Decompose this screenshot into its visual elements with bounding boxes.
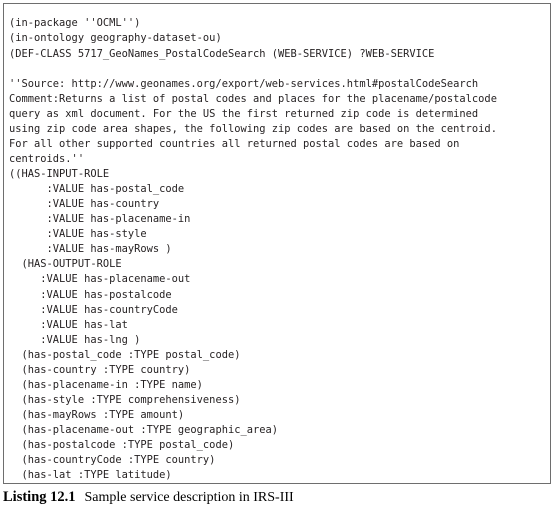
code-line: (has-style :TYPE comprehensiveness): [9, 393, 241, 406]
code-line: :VALUE has-placename-in: [9, 213, 191, 226]
code-listing-box: (in-package ''OCML'') (in-ontology geogra…: [3, 3, 551, 484]
caption-label: Listing 12.1: [3, 489, 76, 505]
code-line: centroids.'': [9, 152, 85, 165]
code-line: (has-country :TYPE country): [9, 363, 191, 376]
code-line: query as xml document. For the US the fi…: [9, 107, 479, 120]
caption-text: Sample service description in IRS-III: [84, 490, 294, 505]
code-line: (has-lat :TYPE latitude): [9, 469, 172, 482]
code-line: (in-ontology geography-dataset-ou): [9, 32, 222, 45]
code-line: ((HAS-INPUT-ROLE: [9, 168, 110, 181]
figure-caption: Listing 12.1 Sample service description i…: [3, 487, 551, 508]
code-line: :VALUE has-postalcode: [9, 288, 172, 301]
code-line: (has-countryCode :TYPE country): [9, 454, 216, 467]
code-line: (HAS-OUTPUT-ROLE: [9, 258, 122, 271]
code-line: :VALUE has-lng ): [9, 333, 141, 346]
code-line: (has-lng :TYPE longitude): [9, 483, 551, 484]
code-listing-text: (in-package ''OCML'') (in-ontology geogra…: [9, 16, 551, 484]
code-line: :VALUE has-mayRows ): [9, 243, 172, 256]
code-line: ''Source: http://www.geonames.org/export…: [9, 77, 479, 90]
code-line: using zip code area shapes, the followin…: [9, 122, 497, 135]
code-line: :VALUE has-country: [9, 198, 160, 211]
code-line: (has-placename-in :TYPE name): [9, 378, 203, 391]
code-line: :VALUE has-placename-out: [9, 273, 191, 286]
code-line: (has-postal_code :TYPE postal_code): [9, 348, 241, 361]
code-line: (DEF-CLASS 5717_GeoNames_PostalCodeSearc…: [9, 47, 435, 60]
code-line: (has-mayRows :TYPE amount): [9, 409, 185, 422]
listing-figure: (in-package ''OCML'') (in-ontology geogra…: [0, 0, 557, 508]
code-line: For all other supported countries all re…: [9, 137, 460, 150]
code-line: :VALUE has-lat: [9, 318, 128, 331]
code-line: :VALUE has-style: [9, 228, 147, 241]
code-line: (has-placename-out :TYPE geographic_area…: [9, 424, 279, 437]
code-line: Comment:Returns a list of postal codes a…: [9, 92, 497, 105]
code-line: (has-postalcode :TYPE postal_code): [9, 439, 235, 452]
code-line: :VALUE has-postal_code: [9, 183, 185, 196]
code-line: (in-package ''OCML''): [9, 17, 141, 30]
code-line: :VALUE has-countryCode: [9, 303, 178, 316]
